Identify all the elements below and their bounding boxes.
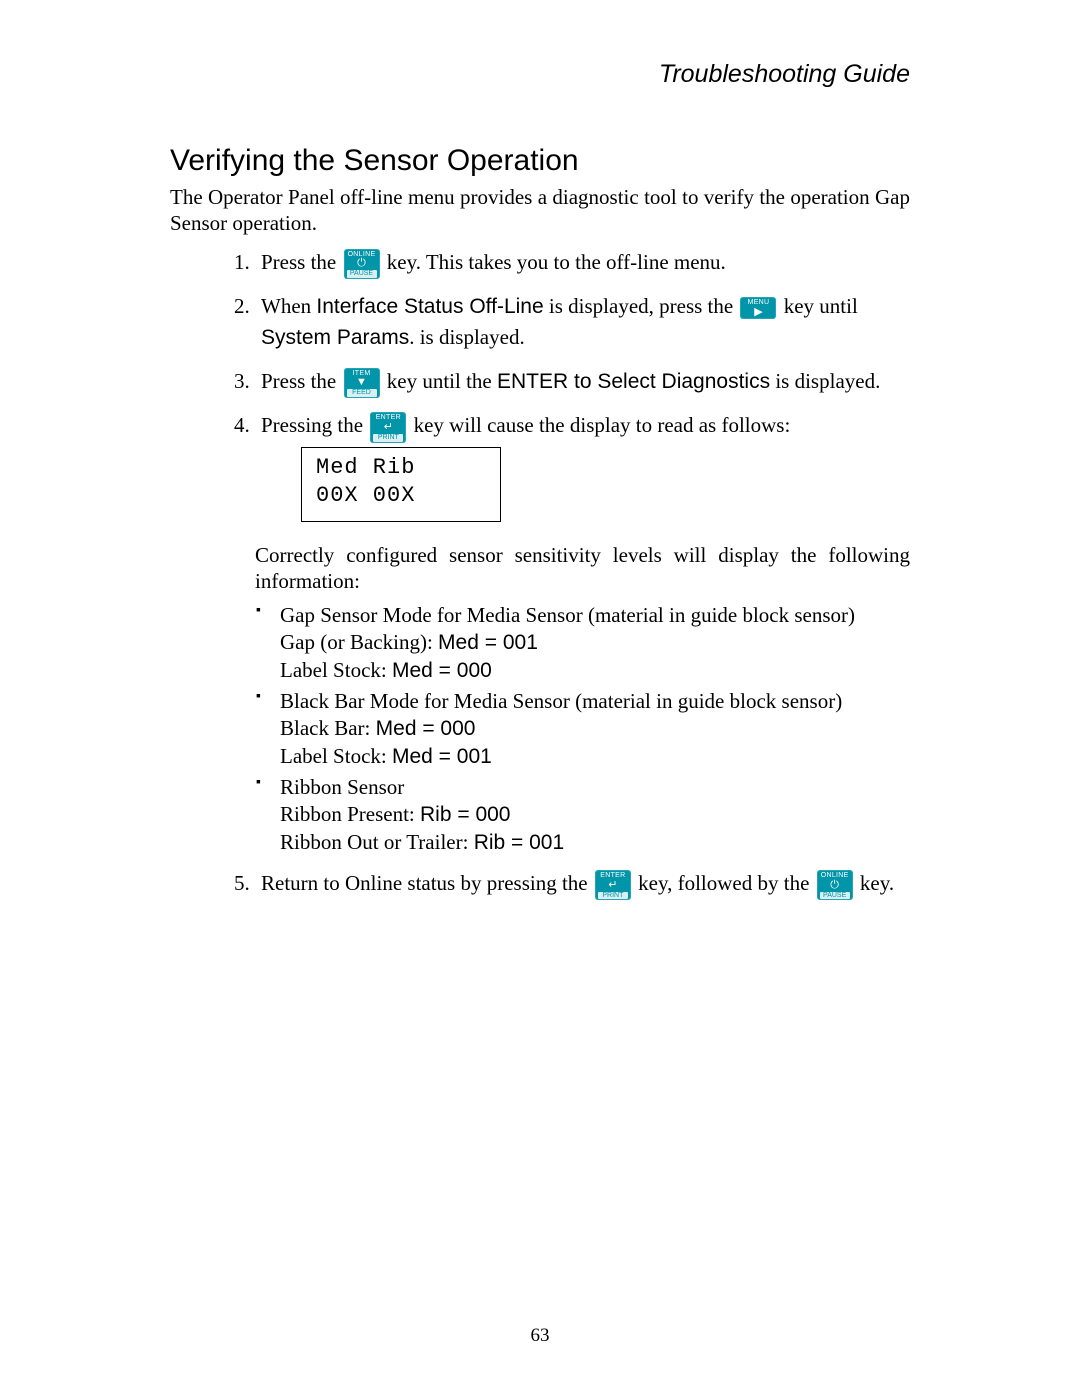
text: Gap Sensor Mode for Media Sensor (materi… bbox=[280, 603, 855, 627]
text: Black Bar: bbox=[280, 716, 376, 740]
procedure-list: Press the ONLINE⏻PAUSE key. This takes y… bbox=[170, 247, 910, 522]
display-line: 00X 00X bbox=[316, 482, 486, 511]
text: key until the bbox=[382, 369, 497, 393]
menu-key-icon: MENU▶ bbox=[740, 297, 776, 319]
text: key, followed by the bbox=[633, 871, 815, 895]
text: is displayed. bbox=[770, 369, 880, 393]
value: Rib = 001 bbox=[474, 831, 564, 854]
enter-print-key-icon: ENTER↵PRINT bbox=[370, 412, 406, 442]
online-pause-key-icon: ONLINE⏻PAUSE bbox=[344, 249, 380, 279]
paragraph: Correctly configured sensor sensitivity … bbox=[255, 542, 910, 595]
value: Rib = 000 bbox=[420, 803, 510, 826]
text: Label Stock: bbox=[280, 658, 392, 682]
text: When bbox=[261, 294, 316, 318]
list-item: Ribbon Sensor Ribbon Present: Rib = 000 … bbox=[280, 774, 910, 856]
text: Press the bbox=[261, 250, 342, 274]
text: Press the bbox=[261, 369, 342, 393]
value: Med = 001 bbox=[438, 631, 538, 654]
value: Med = 000 bbox=[392, 659, 492, 682]
text: key will cause the display to read as fo… bbox=[408, 413, 790, 437]
ui-label: System Params bbox=[261, 326, 409, 349]
online-pause-key-icon: ONLINE⏻PAUSE bbox=[817, 870, 853, 900]
sensor-values-list: Gap Sensor Mode for Media Sensor (materi… bbox=[170, 602, 910, 856]
text: Ribbon Sensor bbox=[280, 775, 404, 799]
page-number: 63 bbox=[0, 1325, 1080, 1347]
text: key. bbox=[855, 871, 894, 895]
display-line: Med Rib bbox=[316, 454, 486, 483]
text: . is displayed. bbox=[409, 325, 525, 349]
ui-label: Interface Status Off-Line bbox=[316, 295, 543, 318]
text: Label Stock: bbox=[280, 744, 392, 768]
step-5: Return to Online status by pressing the … bbox=[255, 868, 910, 900]
value: Med = 000 bbox=[376, 717, 476, 740]
lcd-display-sample: Med Rib 00X 00X bbox=[301, 447, 501, 522]
text: is displayed, press the bbox=[544, 294, 739, 318]
text: Ribbon Out or Trailer: bbox=[280, 830, 474, 854]
text: Return to Online status by pressing the bbox=[261, 871, 593, 895]
list-item: Gap Sensor Mode for Media Sensor (materi… bbox=[280, 602, 910, 684]
text: Black Bar Mode for Media Sensor (materia… bbox=[280, 689, 842, 713]
step-4: Pressing the ENTER↵PRINT key will cause … bbox=[255, 410, 910, 522]
step-3: Press the ITEM▼FEED key until the ENTER … bbox=[255, 366, 910, 398]
ui-label: ENTER to Select Diagnostics bbox=[497, 370, 770, 393]
section-title: Verifying the Sensor Operation bbox=[170, 144, 910, 178]
enter-print-key-icon: ENTER↵PRINT bbox=[595, 870, 631, 900]
text: key. This takes you to the off-line menu… bbox=[382, 250, 726, 274]
item-feed-key-icon: ITEM▼FEED bbox=[344, 368, 380, 398]
procedure-list-continued: Return to Online status by pressing the … bbox=[170, 868, 910, 900]
intro-paragraph: The Operator Panel off-line menu provide… bbox=[170, 184, 910, 237]
step-2: When Interface Status Off-Line is displa… bbox=[255, 291, 910, 354]
text: Pressing the bbox=[261, 413, 368, 437]
value: Med = 001 bbox=[392, 745, 492, 768]
running-header: Troubleshooting Guide bbox=[170, 60, 910, 89]
text: Ribbon Present: bbox=[280, 802, 420, 826]
text: key until bbox=[778, 294, 857, 318]
step-1: Press the ONLINE⏻PAUSE key. This takes y… bbox=[255, 247, 910, 279]
list-item: Black Bar Mode for Media Sensor (materia… bbox=[280, 688, 910, 770]
text: Gap (or Backing): bbox=[280, 630, 438, 654]
page-content: Troubleshooting Guide Verifying the Sens… bbox=[0, 0, 1080, 900]
